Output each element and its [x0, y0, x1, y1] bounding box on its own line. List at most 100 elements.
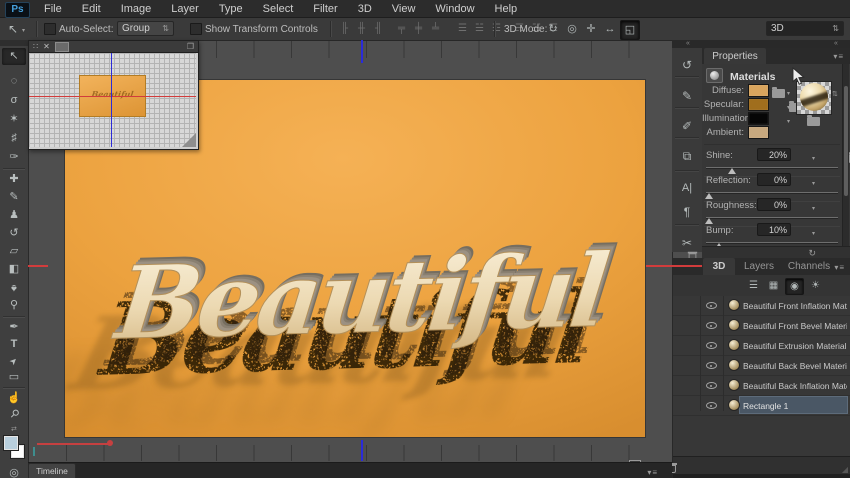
material-ball-preview[interactable]: [800, 83, 828, 111]
align-bottom-edges-button[interactable]: ╧: [427, 20, 444, 38]
properties-scrollbar[interactable]: [842, 64, 849, 246]
align-left-edges-button[interactable]: ╟: [336, 20, 353, 38]
resize-grip-icon[interactable]: ◢: [842, 465, 848, 474]
history-panel-icon[interactable]: ↺: [672, 58, 702, 72]
distribute-bottom-edges-button[interactable]: ☲: [488, 20, 505, 38]
visibility-eye-icon[interactable]: [706, 340, 717, 351]
menu-3d[interactable]: 3D: [348, 3, 382, 15]
3d-axis-x-line[interactable]: [37, 443, 109, 445]
visibility-eye-icon[interactable]: [706, 320, 717, 331]
swap-colors-icon[interactable]: ⇄: [11, 425, 17, 433]
vertical-guide-tick-top[interactable]: [361, 40, 363, 63]
menu-edit[interactable]: Edit: [72, 3, 111, 15]
panel-menu-icon[interactable]: ▾≡: [834, 263, 845, 272]
menu-help[interactable]: Help: [485, 3, 528, 15]
collapse-panels-icon[interactable]: «: [834, 40, 838, 47]
pen-tool[interactable]: ✒: [2, 319, 26, 336]
align-top-edges-button[interactable]: ╤: [393, 20, 410, 38]
visibility-eye-icon[interactable]: [706, 400, 717, 411]
lasso-tool[interactable]: σ: [2, 92, 26, 109]
type-tool[interactable]: T: [2, 336, 26, 353]
document-thumbnail-icon[interactable]: [55, 42, 69, 52]
group-dropdown[interactable]: Group ⇅: [117, 21, 174, 36]
align-right-edges-button[interactable]: ╢: [370, 20, 387, 38]
gradient-tool[interactable]: ◧: [2, 261, 26, 278]
move-tool[interactable]: ↖: [2, 48, 26, 65]
tool-presets-panel-icon[interactable]: ✂: [672, 236, 702, 250]
tab-properties[interactable]: Properties: [704, 48, 766, 64]
drag-3d-camera-button[interactable]: ✛: [582, 20, 600, 38]
visibility-eye-icon[interactable]: [706, 360, 717, 371]
vertical-guide[interactable]: [111, 53, 112, 147]
vertical-guide-tick-bottom[interactable]: [361, 440, 363, 461]
distribute-top-edges-button[interactable]: ☰: [454, 20, 471, 38]
auto-select-checkbox[interactable]: [44, 23, 56, 35]
foreground-color-swatch[interactable]: [4, 436, 18, 450]
menu-image[interactable]: Image: [111, 3, 162, 15]
zoom-tool[interactable]: ⚲: [2, 406, 26, 423]
filter-lights-icon[interactable]: ☀: [807, 278, 824, 293]
close-window-icon[interactable]: ✕: [43, 42, 50, 51]
clone-source-panel-icon[interactable]: ⧉: [672, 149, 702, 164]
rotate-3d-camera-button[interactable]: ↻: [544, 20, 562, 38]
reflection-value[interactable]: 0%: [757, 173, 791, 186]
eraser-tool[interactable]: ▱: [2, 243, 26, 260]
collapse-panels-icon[interactable]: «: [686, 40, 690, 47]
hand-tool[interactable]: ☝: [2, 390, 26, 407]
clone-stamp-tool[interactable]: ♟: [2, 207, 26, 224]
horizontal-guide-tick-right[interactable]: [646, 265, 702, 267]
blur-tool[interactable]: ♠: [2, 279, 26, 296]
tab-3d[interactable]: 3D: [703, 258, 735, 275]
healing-brush-tool[interactable]: ✚: [2, 171, 26, 188]
brushes-panel-icon[interactable]: ✎: [672, 89, 702, 103]
secondary-view-area[interactable]: Beautiful: [29, 53, 196, 147]
distribute-vertical-centers-button[interactable]: ☱: [471, 20, 488, 38]
brush-tool[interactable]: ✎: [2, 189, 26, 206]
marquee-tool[interactable]: ◌: [2, 73, 26, 90]
ambient-color-swatch[interactable]: [748, 126, 769, 139]
quick-mask-toggle[interactable]: ◎: [2, 465, 26, 478]
path-selection-tool[interactable]: ➤: [2, 353, 26, 370]
filter-meshes-icon[interactable]: ▦: [765, 278, 782, 293]
shape-tool[interactable]: ▭: [2, 369, 26, 386]
dodge-tool[interactable]: ⚲: [2, 297, 26, 314]
menu-type[interactable]: Type: [209, 3, 253, 15]
bump-slider[interactable]: [706, 242, 838, 243]
brush-presets-panel-icon[interactable]: ✐: [672, 119, 702, 133]
roughness-value[interactable]: 0%: [757, 198, 791, 211]
visibility-eye-icon[interactable]: [706, 380, 717, 391]
horizontal-guide-tick-left[interactable]: [28, 265, 48, 267]
menu-view[interactable]: View: [382, 3, 426, 15]
secondary-view-window[interactable]: ∷ ✕ ❐ Beautiful: [28, 40, 199, 150]
paragraph-panel-icon[interactable]: ¶: [672, 205, 702, 219]
character-panel-icon[interactable]: A|: [672, 182, 702, 194]
tool-preset-caret-icon[interactable]: ▾: [22, 27, 25, 34]
current-tool-icon[interactable]: ↖: [8, 23, 18, 35]
3d-axis-z-line[interactable]: [33, 447, 35, 456]
3d-axis-x-handle[interactable]: [107, 440, 113, 446]
menu-filter[interactable]: Filter: [303, 3, 347, 15]
panel-menu-icon[interactable]: ▾≡: [647, 468, 658, 477]
scrollbar-thumb[interactable]: [844, 86, 848, 196]
shine-slider-thumb[interactable]: [728, 168, 736, 174]
slide-3d-camera-button[interactable]: ↔: [601, 20, 619, 38]
tab-channels[interactable]: Channels: [783, 258, 835, 275]
eyedropper-tool[interactable]: ✑: [2, 149, 26, 166]
reflection-slider[interactable]: [706, 192, 838, 193]
reflection-slider-thumb[interactable]: [705, 193, 713, 199]
resize-grip-icon[interactable]: [182, 133, 196, 147]
illumination-color-swatch[interactable]: [748, 112, 769, 125]
illumination-texture-folder-icon[interactable]: [807, 117, 820, 126]
visibility-eye-icon[interactable]: [706, 300, 717, 311]
roll-3d-camera-button[interactable]: ◎: [563, 20, 581, 38]
align-vertical-centers-button[interactable]: ╪: [410, 20, 427, 38]
bump-value[interactable]: 10%: [757, 223, 791, 236]
panel-menu-icon[interactable]: ▾≡: [833, 52, 844, 61]
roughness-slider[interactable]: [706, 217, 838, 218]
roughness-slider-thumb[interactable]: [705, 218, 713, 224]
menu-layer[interactable]: Layer: [161, 3, 209, 15]
diffuse-texture-folder-icon[interactable]: [772, 89, 785, 98]
align-horizontal-centers-button[interactable]: ╫: [353, 20, 370, 38]
magic-wand-tool[interactable]: ✶: [2, 111, 26, 128]
menu-file[interactable]: File: [34, 3, 72, 15]
